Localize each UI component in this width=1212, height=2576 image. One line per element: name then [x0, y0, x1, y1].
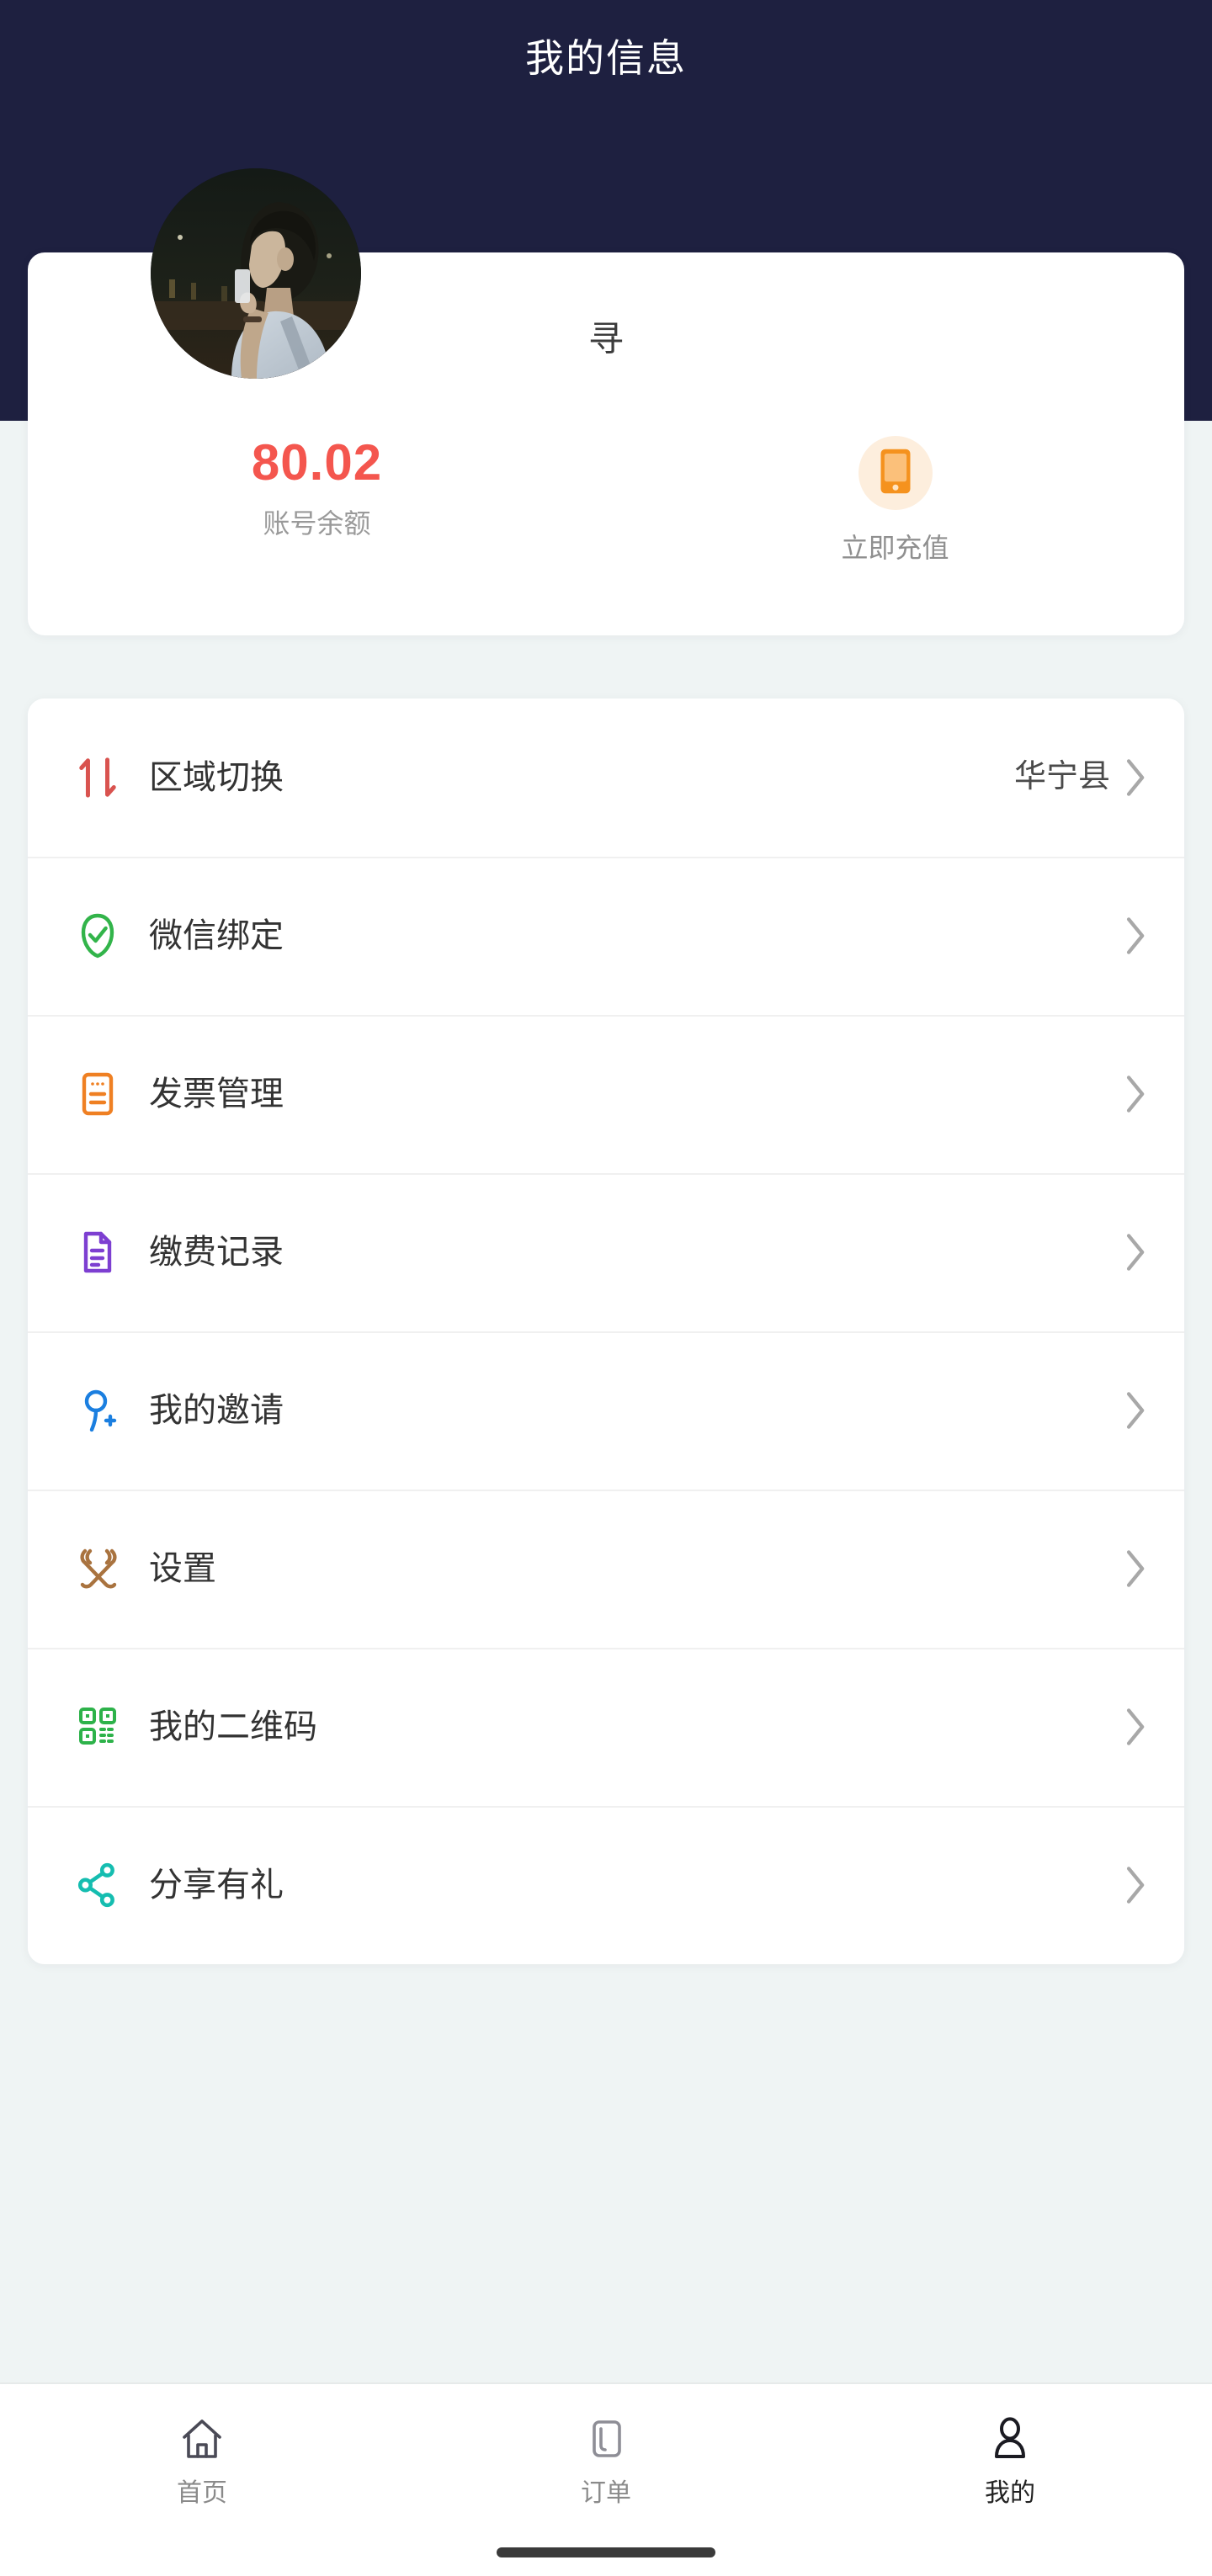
- menu-item-my-qrcode[interactable]: 我的二维码: [28, 1648, 1184, 1806]
- menu-label: 发票管理: [149, 1076, 284, 1113]
- balance-label: 账号余额: [263, 508, 371, 539]
- menu-item-region-switch[interactable]: 区域切换 华宁县: [28, 698, 1184, 857]
- home-indicator: [497, 2547, 715, 2557]
- share-nodes-icon: [72, 1859, 124, 1911]
- menu-item-my-invite[interactable]: 我的邀请: [28, 1331, 1184, 1490]
- tools-icon: [72, 1543, 124, 1595]
- person-icon: [986, 2413, 1034, 2465]
- recharge-button[interactable]: 立即充值: [606, 436, 1184, 587]
- mobile-phone-icon: [877, 448, 914, 499]
- shield-check-icon: [72, 910, 124, 962]
- menu-label: 我的邀请: [149, 1392, 284, 1429]
- menu-item-invoice-manage[interactable]: 发票管理: [28, 1015, 1184, 1173]
- chevron-right-icon: [1124, 1548, 1149, 1590]
- tab-orders[interactable]: 订单: [404, 2384, 808, 2526]
- balance-block[interactable]: 80.02 账号余额: [28, 436, 606, 587]
- menu-item-payment-record[interactable]: 缴费记录: [28, 1173, 1184, 1331]
- tab-home[interactable]: 首页: [0, 2384, 404, 2526]
- chevron-right-icon: [1124, 1231, 1149, 1273]
- chevron-right-icon: [1124, 1073, 1149, 1115]
- menu-card: 区域切换 华宁县 微信绑定 发票管理 缴费记录 我的邀请 设置 我的二维码 分享…: [28, 698, 1184, 1964]
- invoice-icon: [72, 1068, 124, 1120]
- document-tab-icon: [582, 2413, 630, 2465]
- menu-item-wechat-bind[interactable]: 微信绑定: [28, 857, 1184, 1015]
- tab-label: 我的: [985, 2479, 1035, 2507]
- avatar[interactable]: [151, 168, 361, 379]
- menu-label: 微信绑定: [149, 917, 284, 954]
- menu-value-region: 华宁县: [1013, 759, 1110, 795]
- menu-item-share-gift[interactable]: 分享有礼: [28, 1806, 1184, 1964]
- bottom-navigation: 首页 订单 我的: [0, 2382, 1212, 2576]
- chevron-right-icon: [1124, 915, 1149, 957]
- chevron-right-icon: [1124, 757, 1149, 799]
- document-icon: [72, 1226, 124, 1278]
- menu-label: 设置: [149, 1550, 216, 1587]
- page-title: 我的信息: [525, 36, 687, 80]
- balance-row: 80.02 账号余额 立即充值: [28, 436, 1184, 587]
- menu-label: 区域切换: [149, 759, 284, 796]
- chevron-right-icon: [1124, 1389, 1149, 1431]
- menu-label: 分享有礼: [149, 1867, 284, 1904]
- profile-card: 寻 80.02 账号余额 立即充值: [28, 168, 1184, 635]
- chevron-right-icon: [1124, 1864, 1149, 1906]
- arrows-up-down-icon: [72, 752, 124, 804]
- app-screen: 我的信息 寻 80.02 账号余额 立即充值 区域切换 华宁县 微信绑定 发票管…: [0, 0, 1212, 2576]
- menu-item-settings[interactable]: 设置: [28, 1490, 1184, 1648]
- tab-label: 订单: [581, 2479, 631, 2507]
- home-icon: [178, 2413, 226, 2465]
- tab-mine[interactable]: 我的: [808, 2384, 1212, 2526]
- balance-amount: 80.02: [251, 434, 383, 491]
- chevron-right-icon: [1124, 1706, 1149, 1748]
- tab-label: 首页: [177, 2479, 227, 2507]
- user-plus-icon: [72, 1384, 124, 1437]
- recharge-icon-background: [858, 436, 933, 510]
- qr-code-icon: [72, 1701, 124, 1753]
- menu-label: 缴费记录: [149, 1234, 284, 1271]
- menu-label: 我的二维码: [149, 1708, 317, 1745]
- recharge-label: 立即充值: [841, 533, 949, 563]
